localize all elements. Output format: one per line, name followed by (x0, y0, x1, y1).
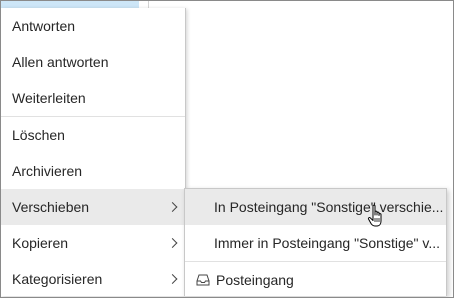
menu-item-categorize[interactable]: Kategorisieren (1, 261, 185, 297)
menu-item-delete[interactable]: Löschen (1, 117, 185, 153)
inbox-icon (196, 274, 210, 286)
menu-item-reply-all[interactable]: Allen antworten (1, 44, 185, 80)
chevron-right-icon (167, 238, 178, 248)
chevron-right-icon (167, 274, 178, 284)
move-submenu: In Posteingang "Sonstige" verschie... Im… (184, 188, 447, 296)
menu-item-move[interactable]: Verschieben (1, 189, 185, 225)
menu-item-label: Kategorisieren (12, 271, 103, 287)
menu-item-label: Verschieben (12, 199, 90, 215)
submenu-item-always-move-to-other[interactable]: Immer in Posteingang "Sonstige" v... (185, 225, 446, 261)
menu-item-label: Kopieren (12, 235, 69, 251)
submenu-item-label: Immer in Posteingang "Sonstige" v... (214, 235, 441, 251)
chevron-right-icon (167, 202, 178, 212)
menu-item-label: Archivieren (12, 163, 83, 179)
menu-item-copy[interactable]: Kopieren (1, 225, 185, 261)
submenu-item-label: Posteingang (216, 272, 294, 288)
menu-item-reply[interactable]: Antworten (1, 8, 185, 44)
submenu-item-label: In Posteingang "Sonstige" verschie... (214, 199, 444, 215)
menu-item-label: Antworten (12, 18, 76, 34)
menu-item-label: Allen antworten (12, 54, 109, 70)
menu-item-archive[interactable]: Archivieren (1, 153, 185, 189)
submenu-item-inbox[interactable]: Posteingang (185, 262, 446, 298)
context-menu: Antworten Allen antworten Weiterleiten L… (1, 8, 186, 296)
hand-cursor-icon (367, 204, 382, 227)
menu-item-label: Weiterleiten (12, 90, 86, 106)
submenu-item-move-to-other[interactable]: In Posteingang "Sonstige" verschie... (185, 189, 446, 225)
menu-item-label: Löschen (12, 127, 65, 143)
menu-item-forward[interactable]: Weiterleiten (1, 80, 185, 116)
